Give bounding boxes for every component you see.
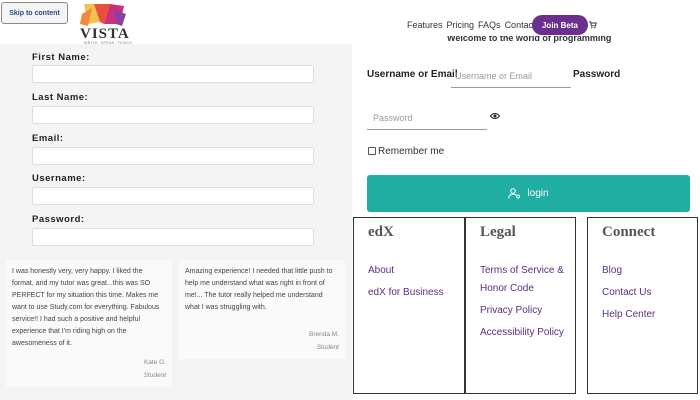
footer-link-edx-for-business[interactable]: edX for Business [368,284,444,301]
testimonial-author: Kate G. [143,359,166,366]
footer-link-privacy-policy[interactable]: Privacy Policy [480,302,542,319]
testimonial-text: Amazing experience! I needed that little… [185,268,333,311]
main-nav: Features Pricing FAQs Contact [407,20,536,30]
signup-form: First Name: Last Name: Email: Username: … [0,44,352,254]
login-password-label: Password [573,69,621,80]
password-input[interactable] [32,228,314,246]
footer-link-about[interactable]: About [368,262,394,279]
footer-link-accessibility-policy[interactable]: Accessibility Policy [480,324,564,341]
nav-item-faqs[interactable]: FAQs [478,20,501,30]
last-name-input[interactable] [32,106,314,124]
testimonial-role: Student [316,344,339,351]
password-label: Password: [32,214,85,225]
footer-link-terms[interactable]: Terms of Service & [480,262,564,279]
footer-column-connect: Connect Blog Contact Us Help Center [587,217,698,394]
welcome-heading: Welcome to the world of programming [447,36,612,43]
footer-link-contact-us[interactable]: Contact Us [602,284,651,301]
testimonial-text: I was honestly very, very happy. I liked… [12,268,160,347]
user-key-icon [508,188,521,199]
remember-me-checkbox[interactable] [368,147,376,155]
footer-link-honor-code[interactable]: Honor Code [480,280,534,297]
footer-column-title: edX [368,224,394,240]
username-input[interactable] [32,187,314,205]
remember-me-label[interactable]: Remember me [378,146,444,157]
first-name-input[interactable] [32,65,314,83]
login-button-label: login [527,188,549,199]
testimonial-author: Brenda M. [309,331,339,338]
first-name-label: First Name: [32,52,90,63]
footer-column-edx: edX About edX for Business [353,217,465,394]
eye-icon[interactable] [490,112,500,120]
testimonial-role: Student [143,372,166,379]
testimonials-section: I was honestly very, very happy. I liked… [0,254,352,400]
cart-icon[interactable] [589,21,597,29]
last-name-label: Last Name: [32,92,89,103]
nav-item-contact[interactable]: Contact [505,20,536,30]
username-email-label: Username or Email [367,69,458,80]
email-input[interactable] [32,147,314,165]
testimonial-card: Amazing experience! I needed that little… [179,260,345,359]
footer-column-title: Connect [602,224,656,240]
footer-link-help-center[interactable]: Help Center [602,306,655,323]
nav-item-pricing[interactable]: Pricing [447,20,475,30]
skip-to-content-link[interactable]: Skip to content [1,2,68,24]
nav-item-features[interactable]: Features [407,20,443,30]
join-beta-button[interactable]: Join Beta [532,15,588,35]
username-label: Username: [32,173,86,184]
footer-column-title: Legal [480,224,516,240]
footer-link-blog[interactable]: Blog [602,262,622,279]
footer-column-legal: Legal Terms of Service & Honor Code Priv… [465,217,576,394]
email-label: Email: [32,133,64,144]
testimonial-card: I was honestly very, very happy. I liked… [6,260,172,387]
login-password-input[interactable] [367,106,487,130]
login-button[interactable]: login [367,175,690,212]
login-username-input[interactable] [451,64,571,88]
